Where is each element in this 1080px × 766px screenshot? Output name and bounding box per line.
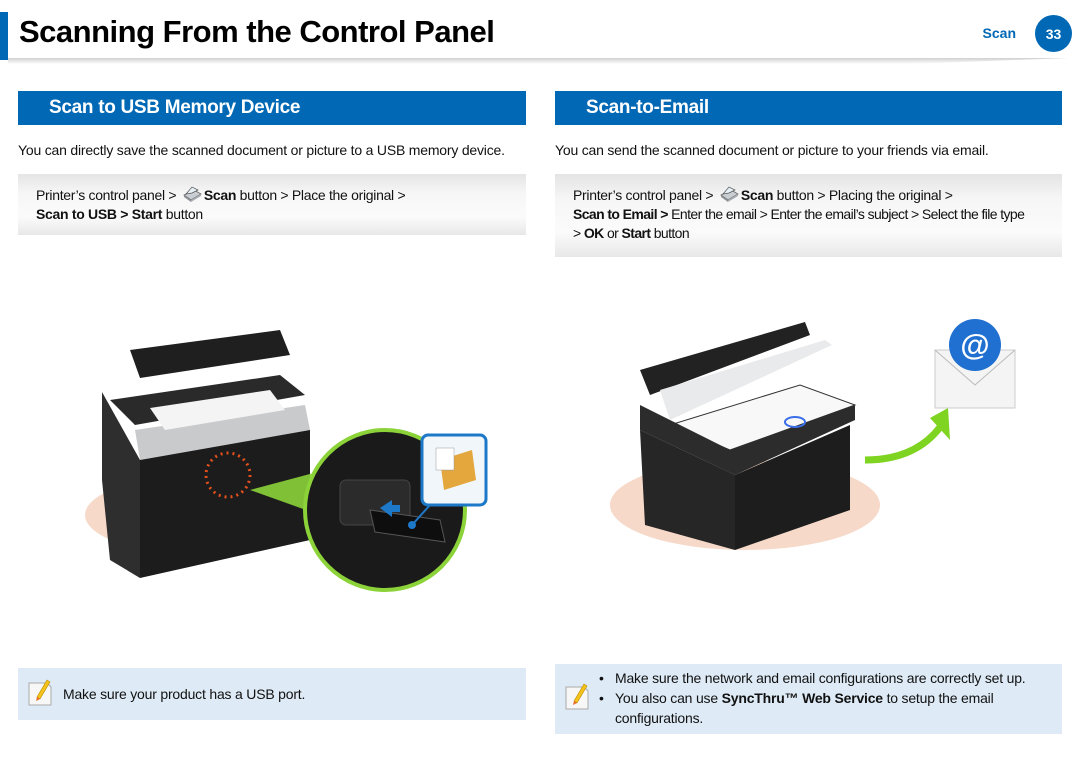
steps-line-2: Scan to USB > Start button <box>36 205 508 224</box>
step-bold: OK <box>583 225 604 241</box>
note-bold: SyncThru™ Web Service <box>721 690 883 706</box>
printer-adf <box>130 330 290 378</box>
callout-dot <box>408 521 416 529</box>
scanner-icon <box>720 186 739 202</box>
section-heading-email: Scan-to-Email <box>555 91 1062 125</box>
note-list: Make sure the network and email configur… <box>595 668 1050 728</box>
step-text: button <box>650 225 690 241</box>
note-text: You also can use <box>615 690 722 706</box>
step-text: button > Place the original > <box>236 187 406 203</box>
steps-line-1: Printer’s control panel > Scan button > … <box>573 186 1044 205</box>
step-text: Printer’s control panel > <box>36 187 180 203</box>
step-text: or <box>603 225 622 241</box>
step-text: Enter the email > Enter the email’s subj… <box>667 206 1025 222</box>
printer-email-illustration: @ <box>610 319 1016 550</box>
step-text: > <box>573 225 584 241</box>
at-symbol: @ <box>960 329 989 362</box>
step-bold: Scan <box>203 187 237 203</box>
note-text: Make sure your product has a USB port. <box>63 686 306 702</box>
page-number-badge: 33 <box>1035 15 1072 52</box>
intro-text-usb: You can directly save the scanned docume… <box>18 142 505 158</box>
note-pencil-icon <box>565 683 589 710</box>
intro-text-email: You can send the scanned document or pic… <box>555 142 989 158</box>
steps-line-1: Printer’s control panel > Scan button > … <box>36 186 508 205</box>
section-label[interactable]: Scan <box>983 25 1016 41</box>
note-box-email: Make sure the network and email configur… <box>555 664 1062 734</box>
scanner-icon <box>183 186 202 202</box>
title-accent-bar <box>0 12 8 60</box>
step-text: button > Placing the original > <box>773 187 953 203</box>
step-bold: Scan to Email > <box>573 206 668 222</box>
steps-box-email: Printer’s control panel > Scan button > … <box>555 174 1062 257</box>
send-arrow-curve <box>864 418 948 464</box>
step-bold: Scan <box>740 187 774 203</box>
step-bold: Start <box>621 225 652 241</box>
step-bold: Scan to USB > Start <box>36 206 163 222</box>
step-text: button <box>162 206 203 222</box>
page-title: Scanning From the Control Panel <box>19 14 495 49</box>
note-pencil-icon <box>28 679 52 706</box>
steps-line-3: > OK or Start button <box>573 224 1044 243</box>
note-box-usb: Make sure your product has a USB port. <box>18 668 526 720</box>
document-icon <box>435 447 455 471</box>
step-text: Printer’s control panel > <box>573 187 717 203</box>
steps-line-2: Scan to Email > Enter the email > Enter … <box>573 205 1044 224</box>
header-divider <box>8 58 1068 64</box>
steps-box-usb: Printer’s control panel > Scan button > … <box>18 174 526 235</box>
note-item: You also can use SyncThru™ Web Service t… <box>595 688 1050 728</box>
printer-usb-illustration <box>85 330 488 592</box>
section-heading-usb: Scan to USB Memory Device <box>18 91 526 125</box>
note-item: Make sure the network and email configur… <box>595 668 1050 688</box>
